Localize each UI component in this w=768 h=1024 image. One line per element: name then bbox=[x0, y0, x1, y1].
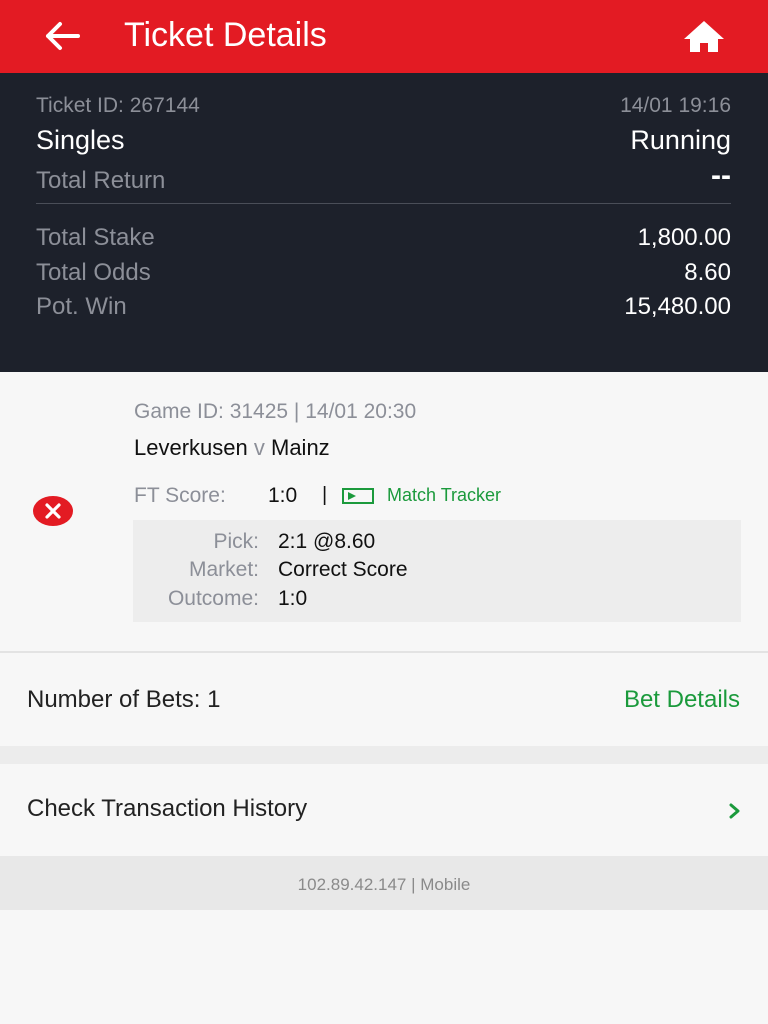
ticket-summary: Ticket ID: 267144 14/01 19:16 Singles Ru… bbox=[0, 73, 768, 372]
ticket-id: Ticket ID: 267144 bbox=[36, 94, 200, 117]
back-button[interactable] bbox=[40, 16, 84, 56]
total-return-value: -- bbox=[711, 159, 731, 192]
lost-x-icon bbox=[33, 496, 73, 526]
section-gap bbox=[0, 746, 768, 764]
pick-value: 2:1 @8.60 bbox=[278, 530, 376, 553]
total-stake-value: 1,800.00 bbox=[637, 224, 731, 251]
match-teams: Leverkusen v Mainz bbox=[134, 435, 330, 461]
pick-details: Pick: 2:1 @8.60 Market: Correct Score Ou… bbox=[133, 520, 741, 622]
chevron-right-icon bbox=[729, 803, 740, 819]
ticket-datetime: 14/01 19:16 bbox=[620, 94, 731, 117]
ft-score-value: 1:0 bbox=[268, 484, 298, 507]
match-tracker-label: Match Tracker bbox=[387, 485, 502, 505]
number-of-bets: Number of Bets: 1 bbox=[27, 686, 221, 713]
check-transaction-history-button[interactable]: Check Transaction History bbox=[0, 764, 768, 856]
score-separator: | bbox=[322, 484, 328, 506]
game-info: Game ID: 31425 | 14/01 20:30 bbox=[134, 400, 417, 423]
summary-divider bbox=[36, 203, 731, 204]
market-value: Correct Score bbox=[278, 558, 408, 581]
lost-status bbox=[33, 496, 73, 526]
outcome-label: Outcome: bbox=[167, 587, 259, 610]
away-team: Mainz bbox=[271, 435, 330, 460]
total-return-label: Total Return bbox=[36, 167, 166, 194]
ticket-status: Running bbox=[630, 125, 731, 155]
home-button[interactable] bbox=[680, 16, 728, 56]
page-title: Ticket Details bbox=[124, 16, 327, 54]
bets-row: Number of Bets: 1 Bet Details bbox=[0, 653, 768, 746]
bet-type: Singles bbox=[36, 125, 125, 155]
top-bar: Ticket Details bbox=[0, 0, 768, 73]
footer-info: 102.89.42.147 | Mobile bbox=[297, 875, 471, 894]
pick-label: Pick: bbox=[213, 530, 259, 553]
pot-win-label: Pot. Win bbox=[36, 293, 127, 320]
total-odds-label: Total Odds bbox=[36, 259, 151, 286]
outcome-value: 1:0 bbox=[278, 587, 308, 610]
market-label: Market: bbox=[188, 558, 259, 581]
game-card: Game ID: 31425 | 14/01 20:30 Leverkusen … bbox=[0, 372, 768, 651]
arrow-left-icon bbox=[46, 22, 80, 50]
bet-details-link[interactable]: Bet Details bbox=[624, 686, 740, 714]
home-team: Leverkusen bbox=[134, 435, 248, 460]
ft-score-label: FT Score: bbox=[134, 484, 226, 507]
home-icon bbox=[684, 21, 724, 52]
history-label: Check Transaction History bbox=[27, 795, 308, 822]
total-stake-label: Total Stake bbox=[36, 224, 155, 251]
total-odds-value: 8.60 bbox=[684, 259, 731, 286]
pot-win-value: 15,480.00 bbox=[624, 293, 731, 320]
versus-label: v bbox=[253, 435, 265, 460]
tracker-icon bbox=[342, 488, 374, 504]
footer: 102.89.42.147 | Mobile bbox=[0, 856, 768, 910]
